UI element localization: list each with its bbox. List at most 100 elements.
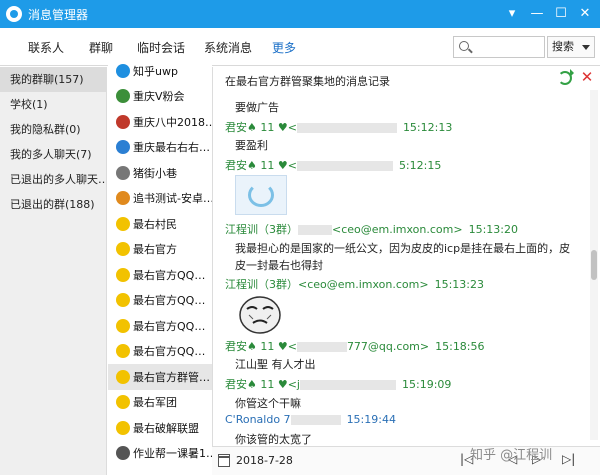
group-avatar-icon <box>116 63 130 78</box>
qq-logo-icon <box>6 6 22 22</box>
chat-history-panel: 在最右官方群管聚集地的消息记录 ✕ 要做广告 君安♠ 11 ♥< 15:12:13… <box>212 67 600 475</box>
group-name: 最右官方QQ… <box>133 294 206 308</box>
group-list-item[interactable]: 最右官方QQ… <box>108 339 212 365</box>
search-box <box>453 36 545 58</box>
title-bar: 消息管理器 ▾ — ☐ ✕ <box>0 0 600 28</box>
watermark-text: 知乎 @江程训 <box>470 448 553 463</box>
message-text: 江山聖 有人才出 <box>235 358 316 371</box>
image-attachment[interactable] <box>235 175 287 215</box>
group-name: 追书测试-安卓… <box>133 192 212 206</box>
group-avatar-icon <box>116 165 130 180</box>
group-avatar-icon <box>116 369 130 384</box>
group-avatar-icon <box>116 216 130 231</box>
group-list-item[interactable]: 知乎uwp <box>108 58 212 84</box>
group-name: 最右军团 <box>133 396 177 410</box>
group-list-item[interactable]: 最右官方QQ… <box>108 288 212 314</box>
group-name: 最右官方 <box>133 243 177 257</box>
group-name: 最右村民 <box>133 217 177 231</box>
group-name: 重庆最右右右… <box>133 141 210 155</box>
meme-sticker-image[interactable] <box>235 293 285 335</box>
date-label: 2018-7-28 <box>236 454 293 467</box>
category-my-groups[interactable]: 我的群聊(157) <box>0 67 106 92</box>
menu-dropdown-button[interactable]: ▾ <box>502 4 522 24</box>
group-list-item[interactable]: 最右官方群管… <box>108 364 212 390</box>
chat-scroll-thumb[interactable] <box>591 250 597 280</box>
search-input[interactable] <box>474 39 542 55</box>
group-avatar-icon <box>116 114 130 129</box>
group-name: 最右破解联盟 <box>133 421 199 435</box>
message-text: 皮一封最右也得封 <box>235 259 323 272</box>
group-avatar-icon <box>116 420 130 435</box>
category-private-groups[interactable]: 我的隐私群(0) <box>0 117 106 142</box>
message-text: 我最担心的是国家的一纸公文，因为皮皮的icp是挂在最右上面的，皮 <box>235 242 571 255</box>
chat-history-header: 在最右官方群管聚集地的消息记录 <box>225 75 390 88</box>
group-avatar-icon <box>116 89 130 104</box>
minimize-button[interactable]: — <box>527 4 547 24</box>
group-avatar-icon <box>116 267 130 282</box>
chevron-down-icon <box>582 45 590 50</box>
group-name: 重庆V粉会 <box>133 90 185 104</box>
message-sender: 君安♠ 11 ♥< 15:12:13 <box>225 121 453 134</box>
message-text: 要盈利 <box>235 139 268 152</box>
group-list-item[interactable]: 最右村民 <box>108 211 212 237</box>
group-avatar-icon <box>116 293 130 308</box>
group-list-item[interactable]: 追书测试-安卓… <box>108 186 212 212</box>
group-avatar-icon <box>116 191 130 206</box>
tab-contacts[interactable]: 联系人 <box>28 39 64 56</box>
message-text: 你管这个干嘛 <box>235 397 301 410</box>
group-list-item[interactable]: 重庆最右右右… <box>108 135 212 161</box>
group-list-item[interactable]: 最右官方 <box>108 237 212 263</box>
tab-group-chat[interactable]: 群聊 <box>89 39 113 56</box>
group-list-item[interactable]: 最右官方QQ… <box>108 262 212 288</box>
message-sender: C'Ronaldo 7 15:19:44 <box>225 413 396 426</box>
group-name: 最右官方QQ… <box>133 268 206 282</box>
message-sender: 君安♠ 11 ♥< 5:12:15 <box>225 159 442 172</box>
delete-icon[interactable]: ✕ <box>579 69 595 85</box>
search-scope-select[interactable]: 搜索 <box>547 36 595 58</box>
category-exited-groups[interactable]: 已退出的群(188) <box>0 192 106 217</box>
search-scope-label: 搜索 <box>552 40 574 53</box>
group-list-item[interactable]: 最右官方QQ… <box>108 313 212 339</box>
group-list-item[interactable]: 重庆V粉会 <box>108 84 212 110</box>
group-list-item[interactable]: 猪街小巷 <box>108 160 212 186</box>
group-avatar-icon <box>116 140 130 155</box>
group-list-item[interactable]: 作业帮一课暑1… <box>108 441 212 467</box>
group-name: 猪街小巷 <box>133 166 177 180</box>
group-avatar-icon <box>116 242 130 257</box>
message-sender: 江程训（3群） <ceo@em.imxon.com> 15:13:20 <box>225 223 518 236</box>
close-button[interactable]: ✕ <box>575 4 595 24</box>
group-avatar-icon <box>116 344 130 359</box>
group-list-item[interactable]: 最右破解联盟 <box>108 415 212 441</box>
message-text: 要做广告 <box>235 101 279 114</box>
maximize-button[interactable]: ☐ <box>551 4 571 24</box>
group-list-item[interactable]: 重庆八中2018… <box>108 109 212 135</box>
group-list: 知乎uwp 重庆V粉会重庆八中2018… 重庆最右右右… 猪街小巷追书测试-安卓… 最右… <box>108 58 212 475</box>
category-panel: 我的群聊(157) 学校(1) 我的隐私群(0) 我的多人聊天(7) 已退出的多… <box>0 67 107 475</box>
group-name: 重庆八中2018… <box>133 115 212 129</box>
last-page-button[interactable]: ▷| <box>562 452 575 466</box>
window-title: 消息管理器 <box>28 8 89 22</box>
category-exited-multi-chat[interactable]: 已退出的多人聊天… <box>0 167 106 192</box>
tab-more[interactable]: 更多 <box>272 39 296 56</box>
category-multi-chat[interactable]: 我的多人聊天(7) <box>0 142 106 167</box>
group-name: 最右官方群管… <box>133 370 210 384</box>
nav-bar: 联系人 群聊 临时会话 系统消息 更多 搜索 <box>0 28 600 66</box>
category-school[interactable]: 学校(1) <box>0 92 106 117</box>
message-text: 你该管的太宽了 <box>235 433 312 446</box>
group-avatar-icon <box>116 446 130 461</box>
group-avatar-icon <box>116 395 130 410</box>
search-icon <box>459 41 469 51</box>
message-sender: 君安♠ 11 ♥<j 15:19:09 <box>225 378 452 391</box>
group-name: 最右官方QQ… <box>133 319 206 333</box>
message-sender: 江程训（3群）<ceo@em.imxon.com> 15:13:23 <box>225 278 484 291</box>
tab-system-messages[interactable]: 系统消息 <box>204 39 252 56</box>
calendar-icon[interactable] <box>218 454 230 467</box>
refresh-icon[interactable] <box>558 69 574 85</box>
message-sender: 君安♠ 11 ♥< 777@qq.com> 15:18:56 <box>225 340 485 353</box>
group-name: 最右官方QQ… <box>133 345 206 359</box>
tab-temp-chat[interactable]: 临时会话 <box>137 39 185 56</box>
group-list-item[interactable]: 最右军团 <box>108 390 212 416</box>
group-name: 知乎uwp <box>133 64 178 78</box>
group-name: 作业帮一课暑1… <box>133 447 212 461</box>
group-avatar-icon <box>116 318 130 333</box>
